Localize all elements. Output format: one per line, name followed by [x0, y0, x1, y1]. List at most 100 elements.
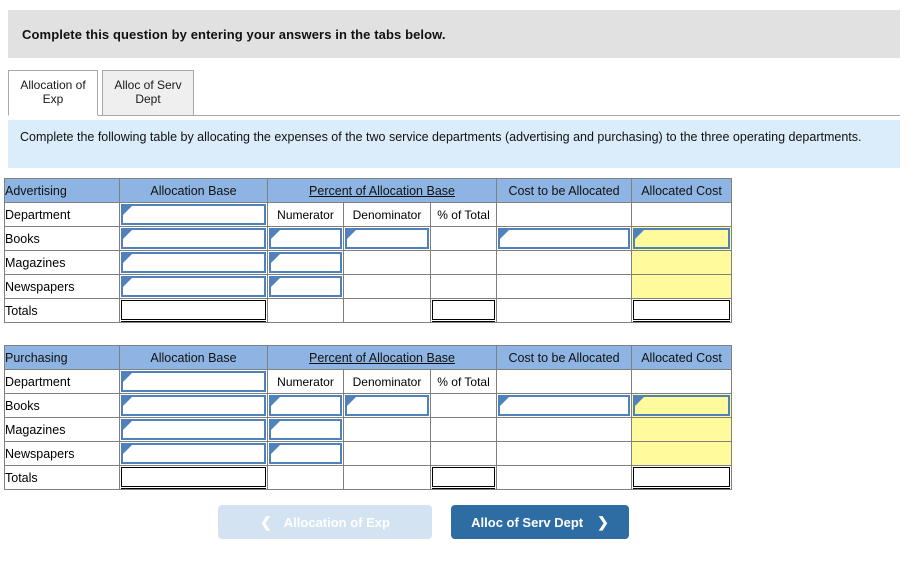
- tab-alloc-of-serv-dept-label-line1: Alloc of Serv: [114, 78, 182, 92]
- task-description-text: Complete the following table by allocati…: [20, 130, 862, 144]
- cell-corner-marker-icon: [271, 229, 281, 239]
- cell-advertising-totals-cost: [496, 298, 633, 323]
- row-label-department: Department: [4, 202, 120, 227]
- cell-purchasing-totals-percent-of-total: [429, 465, 498, 490]
- cell-advertising-magazines-cost: [496, 250, 633, 275]
- column-header-cost-to-be-allocated: Cost to be Allocated: [496, 178, 633, 203]
- tab-alloc-of-serv-dept-label-line2: Dept: [135, 92, 161, 106]
- cell-corner-marker-icon: [271, 277, 281, 287]
- cell-purchasing-magazines-cost: [496, 417, 633, 442]
- cell-corner-marker-icon: [347, 396, 357, 406]
- cell-advertising-newspapers-denominator: [343, 274, 431, 299]
- input-purchasing-department-allocation-base[interactable]: [119, 369, 268, 394]
- cell-advertising-department-allocated: [631, 202, 733, 227]
- row-label-magazines: Magazines: [4, 417, 120, 442]
- column-header-allocated-cost: Allocated Cost: [631, 345, 733, 370]
- input-purchasing-magazines-numerator[interactable]: [267, 417, 344, 442]
- cell-purchasing-totals-allocated-cost: [631, 465, 733, 490]
- previous-tab-button[interactable]: ❮ Allocation of Exp: [218, 505, 432, 539]
- question-instruction-text: Complete this question by entering your …: [22, 26, 446, 42]
- cell-advertising-totals-allocated-cost: [631, 298, 733, 323]
- tab-navigation-bar: ❮ Allocation of Exp Alloc of Serv Dept ❯: [0, 505, 924, 545]
- input-purchasing-newspapers-allocation-base[interactable]: [119, 441, 268, 466]
- input-advertising-books-numerator[interactable]: [267, 226, 344, 251]
- input-purchasing-magazines-allocation-base[interactable]: [119, 417, 268, 442]
- input-advertising-books-allocated-cost[interactable]: [631, 226, 733, 251]
- advertising-table-title: Advertising: [4, 178, 120, 203]
- next-tab-button-label: Alloc of Serv Dept: [471, 514, 584, 530]
- input-advertising-newspapers-numerator[interactable]: [267, 274, 344, 299]
- cell-corner-marker-icon: [271, 253, 281, 263]
- cell-corner-marker-icon: [635, 396, 646, 406]
- tab-strip: Allocation of Exp Alloc of Serv Dept: [8, 70, 900, 118]
- table-row: Magazines: [4, 417, 733, 442]
- cell-corner-marker-icon: [123, 253, 133, 263]
- cell-purchasing-totals-denominator: [343, 465, 431, 490]
- purchasing-allocation-table: Purchasing Allocation Base Percent of Al…: [4, 345, 733, 490]
- table-header-row: Advertising Allocation Base Percent of A…: [4, 178, 733, 203]
- input-advertising-books-denominator[interactable]: [343, 226, 431, 251]
- tab-allocation-of-exp[interactable]: Allocation of Exp: [8, 70, 98, 116]
- input-purchasing-books-numerator[interactable]: [267, 393, 344, 418]
- input-advertising-books-allocation-base[interactable]: [119, 226, 268, 251]
- column-header-cost-to-be-allocated: Cost to be Allocated: [496, 345, 633, 370]
- row-label-newspapers: Newspapers: [4, 441, 120, 466]
- cell-purchasing-newspapers-cost: [496, 441, 633, 466]
- input-advertising-newspapers-allocated-cost[interactable]: [631, 274, 733, 299]
- input-advertising-magazines-allocation-base[interactable]: [119, 250, 268, 275]
- cell-corner-marker-icon: [123, 205, 133, 215]
- input-purchasing-books-denominator[interactable]: [343, 393, 431, 418]
- cell-advertising-totals-percent-of-total: [429, 298, 498, 323]
- cell-corner-marker-icon: [635, 229, 646, 239]
- table-row-department: Department Numerator Denominator % of To…: [4, 369, 733, 394]
- input-purchasing-newspapers-numerator[interactable]: [267, 441, 344, 466]
- input-advertising-department-allocation-base[interactable]: [119, 202, 268, 227]
- cell-advertising-books-percent-of-total: [429, 226, 498, 251]
- tab-allocation-of-exp-label-line2: Exp: [42, 92, 64, 106]
- input-advertising-books-cost-to-be-allocated[interactable]: [496, 226, 633, 251]
- column-header-allocated-cost: Allocated Cost: [631, 178, 733, 203]
- table-header-row: Purchasing Allocation Base Percent of Al…: [4, 345, 733, 370]
- column-header-allocation-base: Allocation Base: [119, 345, 268, 370]
- cell-advertising-magazines-denominator: [343, 250, 431, 275]
- input-advertising-magazines-numerator[interactable]: [267, 250, 344, 275]
- cell-purchasing-department-allocated: [631, 369, 733, 394]
- cell-corner-marker-icon: [347, 229, 357, 239]
- input-advertising-newspapers-allocation-base[interactable]: [119, 274, 268, 299]
- cell-purchasing-totals-cost: [496, 465, 633, 490]
- cell-corner-marker-icon: [123, 444, 133, 454]
- tab-alloc-of-serv-dept[interactable]: Alloc of Serv Dept: [102, 70, 194, 116]
- chevron-left-icon: ❮: [260, 514, 272, 530]
- cell-advertising-totals-allocation-base: [119, 298, 268, 323]
- input-purchasing-books-cost-to-be-allocated[interactable]: [496, 393, 633, 418]
- table-row: Magazines: [4, 250, 733, 275]
- input-purchasing-books-allocated-cost[interactable]: [631, 393, 733, 418]
- input-purchasing-newspapers-allocated-cost[interactable]: [631, 441, 733, 466]
- cell-corner-marker-icon: [123, 372, 133, 382]
- advertising-allocation-table: Advertising Allocation Base Percent of A…: [4, 178, 733, 323]
- cell-corner-marker-icon: [500, 229, 511, 239]
- input-purchasing-magazines-allocated-cost[interactable]: [631, 417, 733, 442]
- cell-corner-marker-icon: [271, 444, 281, 454]
- purchasing-table-title: Purchasing: [4, 345, 120, 370]
- cell-corner-marker-icon: [271, 396, 281, 406]
- input-purchasing-books-allocation-base[interactable]: [119, 393, 268, 418]
- column-header-allocation-base: Allocation Base: [119, 178, 268, 203]
- row-label-books: Books: [4, 393, 120, 418]
- column-header-percent-of-allocation-base: Percent of Allocation Base: [266, 178, 498, 203]
- input-advertising-magazines-allocated-cost[interactable]: [631, 250, 733, 275]
- cell-purchasing-books-percent-of-total: [429, 393, 498, 418]
- subcolumn-header-numerator: Numerator: [267, 369, 344, 394]
- row-label-totals: Totals: [4, 298, 120, 323]
- tab-allocation-of-exp-label-line1: Allocation of: [20, 78, 86, 92]
- table-row: Books: [4, 393, 733, 418]
- cell-corner-marker-icon: [123, 396, 133, 406]
- subcolumn-header-percent-of-total: % of Total: [429, 202, 498, 227]
- previous-tab-button-label: Allocation of Exp: [283, 514, 390, 530]
- row-label-magazines: Magazines: [4, 250, 120, 275]
- next-tab-button[interactable]: Alloc of Serv Dept ❯: [451, 505, 629, 539]
- subcolumn-header-denominator: Denominator: [343, 369, 431, 394]
- table-row: Newspapers: [4, 274, 733, 299]
- cell-corner-marker-icon: [500, 396, 511, 406]
- row-label-totals: Totals: [4, 465, 120, 490]
